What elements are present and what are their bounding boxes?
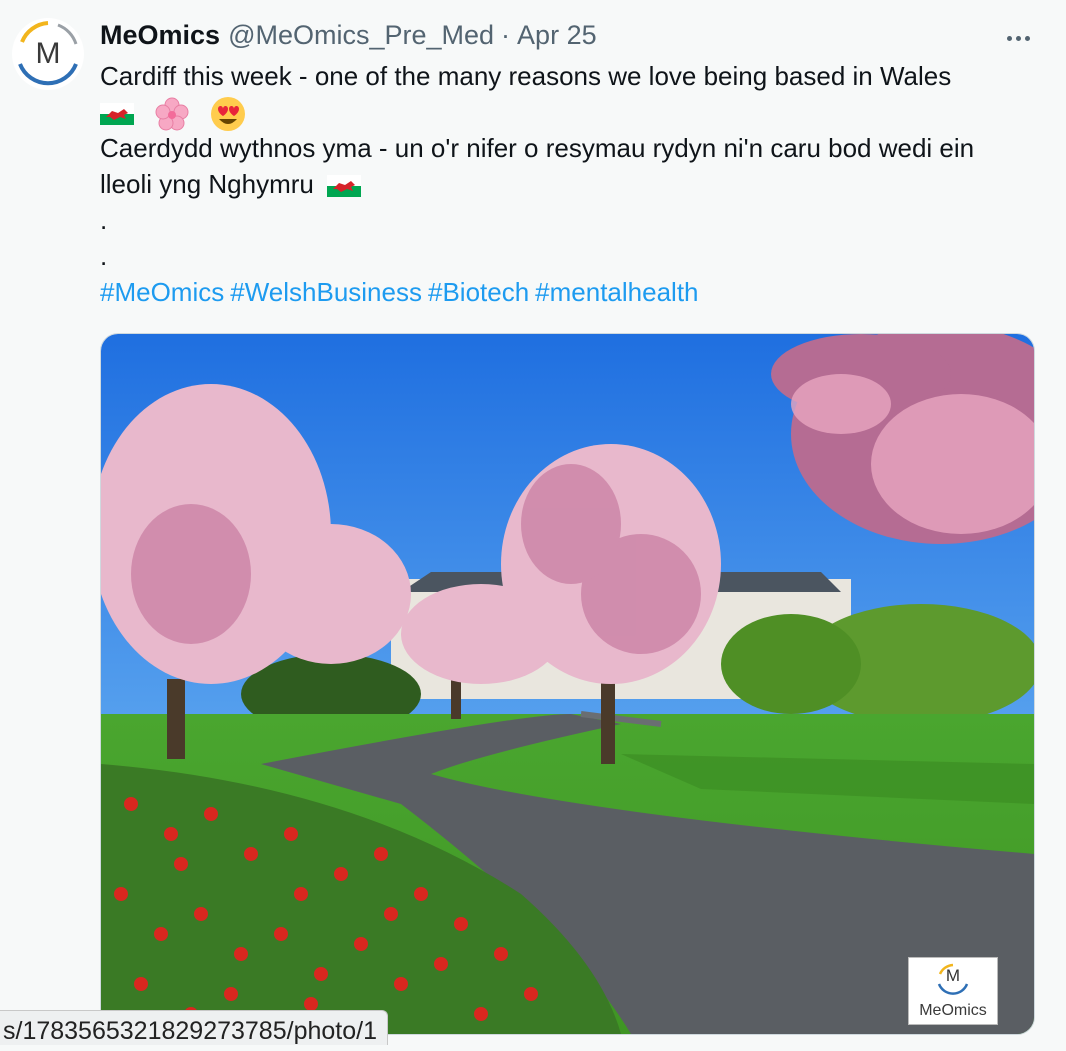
tweet-photo[interactable] xyxy=(100,333,1035,1035)
display-name[interactable]: MeOmics xyxy=(100,20,220,51)
text-line-with-flag: lleoli yng Nghymru xyxy=(100,166,1050,202)
hashtag-list: #MeOmics #WelshBusiness #Biotech #mentalhea… xyxy=(100,274,1050,310)
park-photo-image xyxy=(101,334,1034,1034)
tweet[interactable]: M MeOmics @MeOmics_Pre_Med · Apr 25 Card… xyxy=(0,0,1066,1045)
more-options-icon[interactable] xyxy=(1000,26,1036,50)
text-line: lleoli yng Nghymru xyxy=(100,169,314,199)
heart-eyes-icon xyxy=(211,97,246,132)
text-line: Caerdydd wythnos yma - un o'r nifer o re… xyxy=(100,133,975,163)
flag-wales-icon xyxy=(327,175,362,198)
tweet-date[interactable]: Apr 25 xyxy=(517,20,597,51)
separator: · xyxy=(501,20,511,50)
status-bar-url: s/1783565321829273785/photo/1 xyxy=(0,1010,388,1045)
hashtag-link[interactable]: #Biotech xyxy=(428,277,529,307)
text-line: . xyxy=(100,241,108,271)
text-line: . xyxy=(100,205,108,235)
hashtag-link[interactable]: #WelshBusiness xyxy=(230,277,422,307)
user-handle[interactable]: @MeOmics_Pre_Med xyxy=(228,20,494,51)
text-line: Cardiff this week - one of the many reas… xyxy=(100,61,952,91)
tweet-text: Cardiff this week - one of the many reas… xyxy=(100,58,1050,310)
avatar-letter: M xyxy=(35,37,61,70)
badge-letter: M xyxy=(945,966,961,985)
avatar[interactable]: M xyxy=(12,18,84,90)
hashtag-link[interactable]: #mentalhealth xyxy=(535,277,698,307)
meomics-watermark-logo: M MeOmics xyxy=(908,957,998,1025)
tweet-header: MeOmics @MeOmics_Pre_Med · Apr 25 xyxy=(100,20,597,54)
cherry-blossom-icon xyxy=(155,97,189,131)
emoji-line xyxy=(100,94,1050,132)
flag-wales-icon xyxy=(100,103,134,126)
hashtag-link[interactable]: #MeOmics xyxy=(100,277,224,307)
badge-text: MeOmics xyxy=(919,1002,987,1019)
